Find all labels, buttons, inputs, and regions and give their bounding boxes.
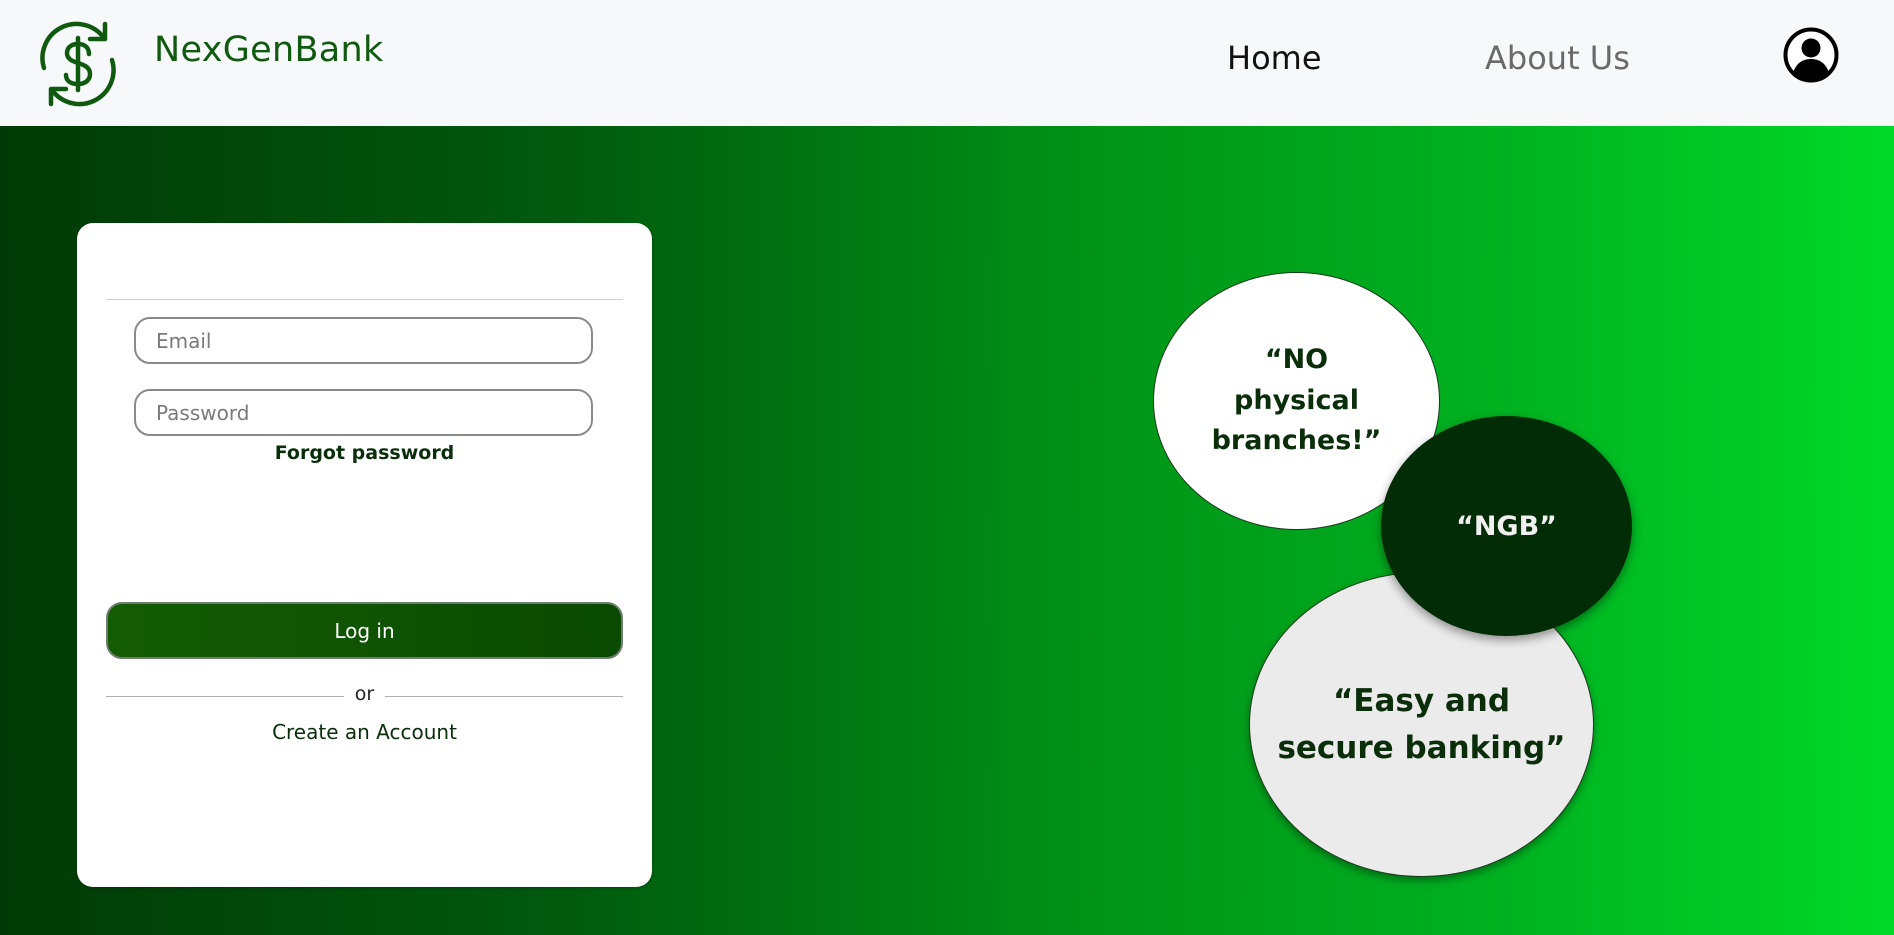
card-divider xyxy=(106,299,623,300)
dollar-exchange-icon[interactable] xyxy=(32,18,124,110)
email-input[interactable] xyxy=(134,317,593,364)
tagline-no-branches-text: “NO physical branches!” xyxy=(1211,344,1382,457)
or-text: or xyxy=(354,683,375,705)
tagline-easy-secure-text: “Easy and secure banking” xyxy=(1277,683,1566,766)
nav-home-link[interactable]: Home xyxy=(1227,42,1322,74)
login-card: Forgot password Log in or Create an Acco… xyxy=(77,223,652,887)
password-input[interactable] xyxy=(134,389,593,436)
tagline-ngb-text: “NGB” xyxy=(1456,510,1557,542)
brand-name[interactable]: NexGenBank xyxy=(154,33,384,68)
forgot-password-link[interactable]: Forgot password xyxy=(77,442,652,464)
nav-about-link[interactable]: About Us xyxy=(1485,42,1630,74)
or-separator: or xyxy=(106,683,623,709)
user-circle-icon[interactable] xyxy=(1783,27,1839,83)
login-button[interactable]: Log in xyxy=(106,602,623,659)
or-line-left xyxy=(106,696,344,697)
tagline-bubble-ngb: “NGB” xyxy=(1381,416,1632,636)
navbar: NexGenBank Home About Us xyxy=(0,0,1894,126)
or-line-right xyxy=(385,696,623,697)
create-account-link[interactable]: Create an Account xyxy=(77,720,652,744)
